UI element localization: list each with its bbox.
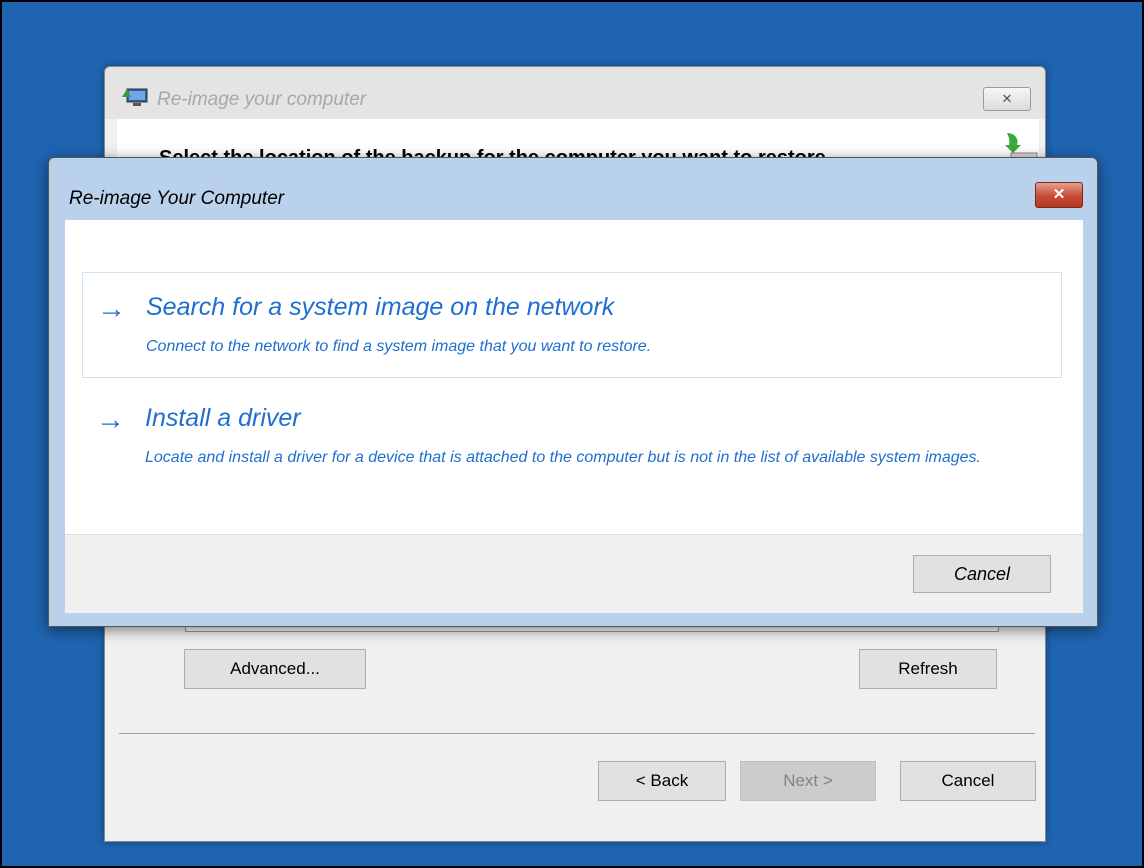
option-title: Install a driver (145, 404, 301, 432)
close-icon: ✕ (1001, 91, 1013, 106)
option-install-driver[interactable]: → Install a driver Locate and install a … (82, 388, 1062, 498)
dialog-title: Re-image Your Computer (69, 188, 285, 209)
option-title: Search for a system image on the network (146, 293, 615, 321)
dialog-body: → Search for a system image on the netwo… (65, 220, 1083, 534)
dialog-footer: Cancel (65, 534, 1083, 613)
wizard-title: Re-image your computer (157, 89, 367, 110)
dialog-close-button[interactable]: ✕ (1035, 182, 1083, 208)
dialog-cancel-button[interactable]: Cancel (913, 555, 1051, 593)
close-icon: ✕ (1052, 186, 1066, 203)
arrow-right-icon: → (96, 404, 125, 436)
computer-restore-icon (121, 85, 149, 107)
wizard-titlebar: Re-image your computer ✕ (105, 67, 1045, 119)
divider (119, 733, 1035, 734)
option-description: Locate and install a driver for a device… (145, 449, 981, 466)
reimage-options-dialog: Re-image Your Computer ✕ → Search for a … (48, 157, 1098, 627)
arrow-right-icon: → (97, 293, 126, 325)
option-search-network[interactable]: → Search for a system image on the netwo… (82, 272, 1062, 378)
option-description: Connect to the network to find a system … (146, 338, 652, 355)
wizard-close-button[interactable]: ✕ (983, 87, 1031, 111)
advanced-button[interactable]: Advanced... (184, 649, 366, 689)
refresh-button[interactable]: Refresh (859, 649, 997, 689)
back-button[interactable]: < Back (598, 761, 726, 801)
next-button: Next > (740, 761, 876, 801)
wizard-cancel-button[interactable]: Cancel (900, 761, 1036, 801)
